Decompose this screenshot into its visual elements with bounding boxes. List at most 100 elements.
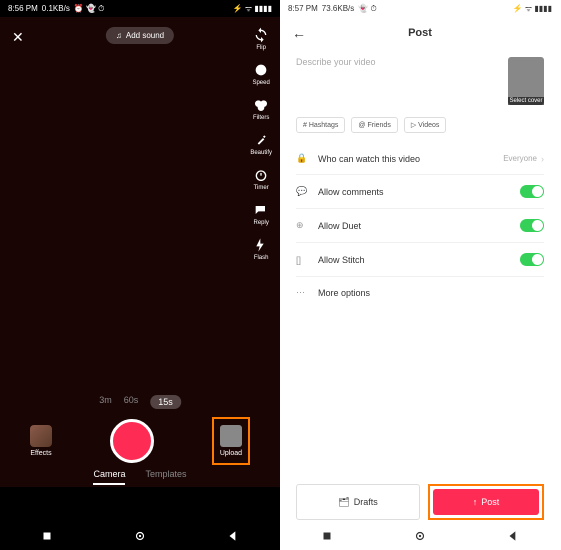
effects-button[interactable]: Effects [30, 425, 52, 457]
cover-label: Select cover [508, 97, 544, 105]
upload-button[interactable] [220, 425, 242, 447]
page-title: Post [408, 27, 432, 39]
status-net: 73.6KB/s [322, 4, 354, 13]
select-cover-button[interactable]: Select cover [508, 57, 544, 105]
status-icons: 👻 ⏱ [358, 4, 376, 14]
bottom-actions: 🗂 Drafts ↑ Post [280, 484, 560, 520]
add-sound-button[interactable]: ♫ Add sound [106, 27, 174, 44]
nav-recent-icon[interactable] [40, 529, 54, 543]
tool-label: Flip [256, 45, 266, 51]
android-nav [280, 522, 560, 550]
nav-back-icon[interactable] [506, 529, 520, 543]
duration-3m[interactable]: 3m [99, 395, 112, 409]
tool-label: Beautify [250, 150, 272, 156]
status-right-icons: ⚡ ᯤ ▮▮▮▮ [233, 3, 272, 14]
speed-tool[interactable]: Speed [252, 62, 269, 86]
status-time: 8:57 PM [288, 4, 318, 13]
toggle-switch[interactable] [520, 219, 544, 232]
description-input[interactable]: Describe your video [296, 57, 500, 105]
drafts-icon: 🗂 [338, 497, 349, 508]
speed-icon [253, 62, 269, 78]
status-bar: 8:56 PM 0.1KB/s ⏰ 👻 ⏱ ⚡ ᯤ ▮▮▮▮ [0, 0, 280, 17]
tag-chips: # Hashtags @ Friends ▷ Videos [280, 113, 560, 143]
status-right-icons: ⚡ ᯤ ▮▮▮▮ [513, 3, 552, 14]
duet-icon: ⊕ [296, 220, 310, 231]
reply-icon [253, 202, 269, 218]
tool-label: Timer [254, 185, 269, 191]
more-icon: ⋯ [296, 287, 310, 298]
filters-tool[interactable]: Filters [253, 97, 269, 121]
allow-stitch-option[interactable]: [] Allow Stitch [296, 242, 544, 276]
stitch-icon: [] [296, 255, 310, 265]
flip-tool[interactable]: Flip [253, 27, 269, 51]
option-label: Allow Stitch [318, 255, 520, 265]
tool-label: Reply [253, 220, 268, 226]
filters-icon [253, 97, 269, 113]
beautify-tool[interactable]: Beautify [250, 132, 272, 156]
toggle-switch[interactable] [520, 253, 544, 266]
drafts-label: Drafts [354, 497, 378, 507]
post-button[interactable]: ↑ Post [433, 489, 539, 515]
android-nav [0, 522, 280, 550]
post-screen: 8:57 PM 73.6KB/s 👻 ⏱ ⚡ ᯤ ▮▮▮▮ ← Post Descr… [280, 0, 560, 550]
tab-templates[interactable]: Templates [145, 469, 186, 485]
mode-tabs: Camera Templates [0, 469, 280, 485]
flash-tool[interactable]: Flash [253, 237, 269, 261]
tool-label: Filters [253, 115, 269, 121]
allow-comments-option[interactable]: 💬 Allow comments [296, 174, 544, 208]
post-icon: ↑ [473, 497, 478, 507]
description-row: Describe your video Select cover [280, 49, 560, 113]
tool-label: Flash [254, 255, 269, 261]
post-highlight: ↑ Post [428, 484, 544, 520]
option-label: Who can watch this video [318, 154, 503, 164]
record-button[interactable] [110, 419, 154, 463]
tab-camera[interactable]: Camera [93, 469, 125, 485]
reply-tool[interactable]: Reply [253, 202, 269, 226]
option-label: More options [318, 288, 544, 298]
nav-home-icon[interactable] [133, 529, 147, 543]
option-label: Allow comments [318, 187, 520, 197]
duration-60s[interactable]: 60s [124, 395, 139, 409]
videos-chip[interactable]: ▷ Videos [404, 117, 447, 133]
upload-label: Upload [220, 450, 242, 457]
status-bar: 8:57 PM 73.6KB/s 👻 ⏱ ⚡ ᯤ ▮▮▮▮ [280, 0, 560, 17]
status-net: 0.1KB/s [42, 4, 70, 13]
add-sound-label: Add sound [126, 31, 164, 40]
beautify-icon [253, 132, 269, 148]
allow-duet-option[interactable]: ⊕ Allow Duet [296, 208, 544, 242]
timer-icon [253, 167, 269, 183]
hashtags-chip[interactable]: # Hashtags [296, 117, 345, 133]
toggle-switch[interactable] [520, 185, 544, 198]
status-icons: ⏰ 👻 ⏱ [74, 4, 105, 14]
flip-icon [253, 27, 269, 43]
effects-label: Effects [30, 450, 51, 457]
comment-icon: 💬 [296, 186, 310, 197]
tool-label: Speed [252, 80, 269, 86]
duration-15s[interactable]: 15s [150, 395, 181, 409]
effects-icon [30, 425, 52, 447]
option-label: Allow Duet [318, 221, 520, 231]
more-options[interactable]: ⋯ More options [296, 276, 544, 308]
back-button[interactable]: ← [292, 25, 306, 41]
camera-screen: 8:56 PM 0.1KB/s ⏰ 👻 ⏱ ⚡ ᯤ ▮▮▮▮ ✕ ♫ Add sou… [0, 0, 280, 550]
nav-home-icon[interactable] [413, 529, 427, 543]
flash-icon [253, 237, 269, 253]
drafts-button[interactable]: 🗂 Drafts [296, 484, 420, 520]
post-options: 🔒 Who can watch this video Everyone › 💬 … [280, 143, 560, 308]
timer-tool[interactable]: Timer [253, 167, 269, 191]
nav-back-icon[interactable] [226, 529, 240, 543]
camera-tools: Flip Speed Filters Beautify Timer Reply … [250, 27, 272, 261]
nav-recent-icon[interactable] [320, 529, 334, 543]
chevron-right-icon: › [541, 154, 544, 164]
music-note-icon: ♫ [116, 31, 122, 40]
status-time: 8:56 PM [8, 4, 38, 13]
privacy-option[interactable]: 🔒 Who can watch this video Everyone › [296, 143, 544, 174]
friends-chip[interactable]: @ Friends [351, 117, 397, 133]
lock-icon: 🔒 [296, 153, 310, 164]
close-button[interactable]: ✕ [12, 29, 24, 46]
duration-selector: 3m 60s 15s [99, 395, 181, 409]
post-label: Post [481, 497, 499, 507]
post-header: ← Post [280, 17, 560, 49]
record-controls: Effects Upload [0, 417, 280, 465]
option-value: Everyone [503, 154, 537, 163]
